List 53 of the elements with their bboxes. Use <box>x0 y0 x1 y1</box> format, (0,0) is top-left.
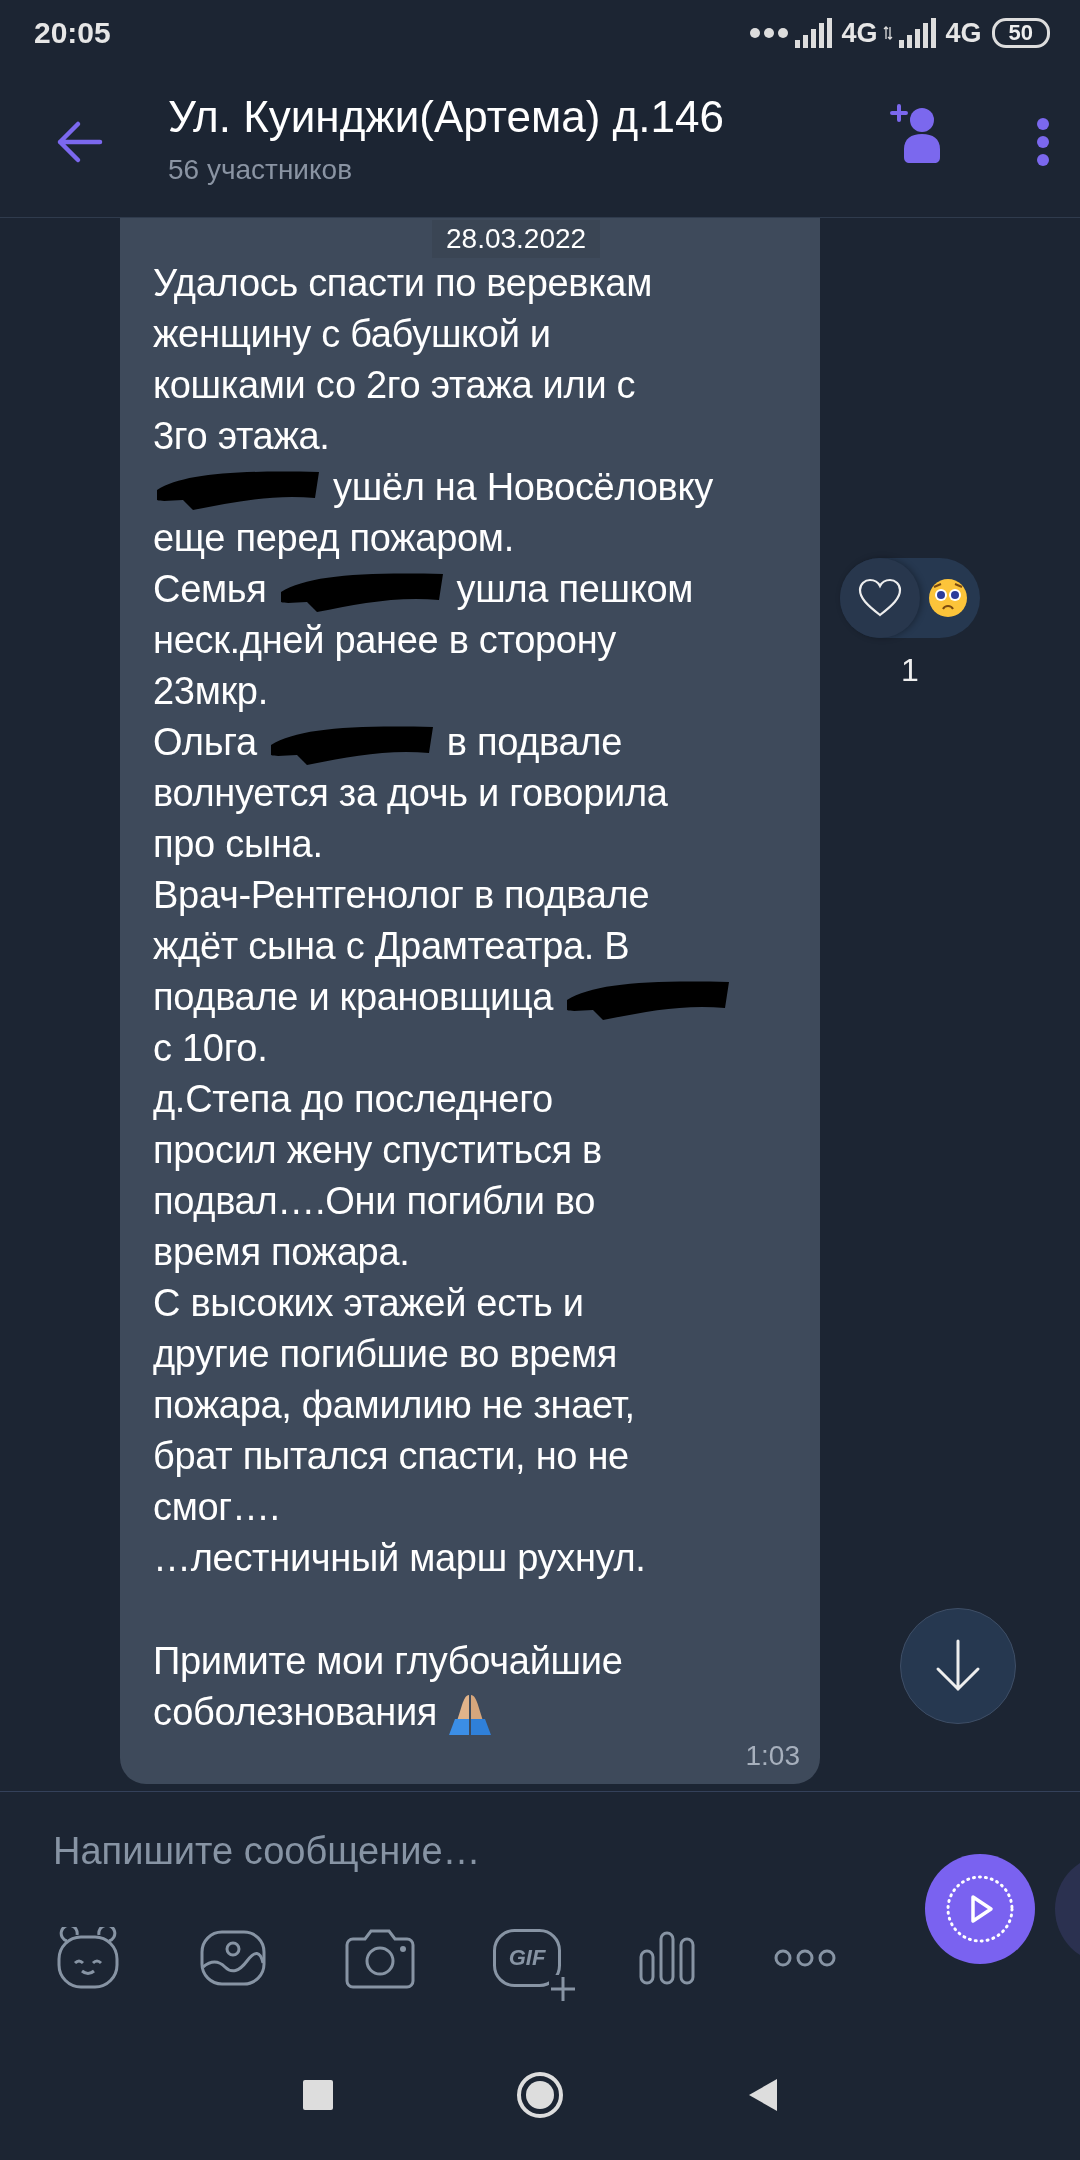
chat-title[interactable]: Ул. Куинджи(Артема) д.146 <box>168 91 890 142</box>
message-text: неск.дней ранее в сторону <box>153 619 617 662</box>
message-text: другие погибшие во время <box>153 1333 618 1376</box>
message-text: женщину с бабушкой и <box>153 313 551 356</box>
message-time: 1:03 <box>745 1740 800 1772</box>
message-text: 23мкр. <box>153 670 268 713</box>
message-text: про сына. <box>153 823 323 866</box>
message-text: просил жену спуститься в <box>153 1129 602 1172</box>
like-button[interactable] <box>840 558 920 638</box>
gallery-icon[interactable] <box>199 1929 267 1987</box>
poll-icon[interactable] <box>637 1931 697 1985</box>
message-text: пожара, фамилию не знает, <box>153 1384 635 1427</box>
message-text: Семья <box>153 568 267 611</box>
play-icon <box>944 1873 1016 1945</box>
heart-icon <box>857 578 903 618</box>
message-text: соболезнования <box>153 1691 438 1734</box>
status-time: 20:05 <box>34 16 111 50</box>
message-input-field[interactable]: Напишите сообщение… <box>53 1830 481 1873</box>
message-text: …лестничный марш рухнул. <box>153 1537 646 1580</box>
message-text: д.Степа до последнего <box>153 1078 553 1121</box>
message-text: время пожара. <box>153 1231 410 1274</box>
message-text: Удалось спасти по веревкам <box>153 262 652 305</box>
home-icon[interactable] <box>515 2070 565 2120</box>
battery-level: 50 <box>991 18 1050 48</box>
recents-icon[interactable] <box>301 2078 335 2112</box>
more-options-icon[interactable] <box>1036 116 1050 167</box>
reaction-count: 1 <box>901 652 919 689</box>
message-text: еще перед пожаром. <box>153 517 514 560</box>
message-text: ушла пешком <box>456 568 694 611</box>
network-type: 4G <box>945 17 982 49</box>
pleading-face-icon <box>928 578 968 618</box>
message-text: с 10го. <box>153 1027 268 1070</box>
message-text: в подвале <box>446 721 623 764</box>
message-text: Врач-Рентгенолог в подвале <box>153 874 650 917</box>
message-text: волнуется за дочь и говорила <box>153 772 668 815</box>
message-text: ушёл на Новосёловку <box>333 466 713 509</box>
participants-count: 56 участников <box>168 153 354 186</box>
message-text: подвале и крановщица <box>153 976 554 1019</box>
camera-icon[interactable] <box>343 1927 417 1989</box>
dots-icon <box>749 27 790 39</box>
date-label: 28.03.2022 <box>432 220 601 258</box>
message-text: С высоких этажей есть и <box>153 1282 584 1325</box>
message-text: смог…. <box>153 1486 280 1529</box>
network-type: 4G <box>841 17 878 49</box>
message-text: Ольга <box>153 721 257 764</box>
message-text: 3го этажа. <box>153 415 330 458</box>
message-text: Примите мои глубочайшие <box>153 1640 623 1683</box>
more-icon[interactable] <box>773 1948 837 1968</box>
data-arrows-icon <box>883 25 894 41</box>
message-text: подвал….Они погибли во <box>153 1180 596 1223</box>
message-text: ждёт сына с Драмтеатра. В <box>153 925 630 968</box>
message-text: брат пытался спасти, но не <box>153 1435 629 1478</box>
message-text: кошками со 2го этажа или с <box>153 364 636 407</box>
